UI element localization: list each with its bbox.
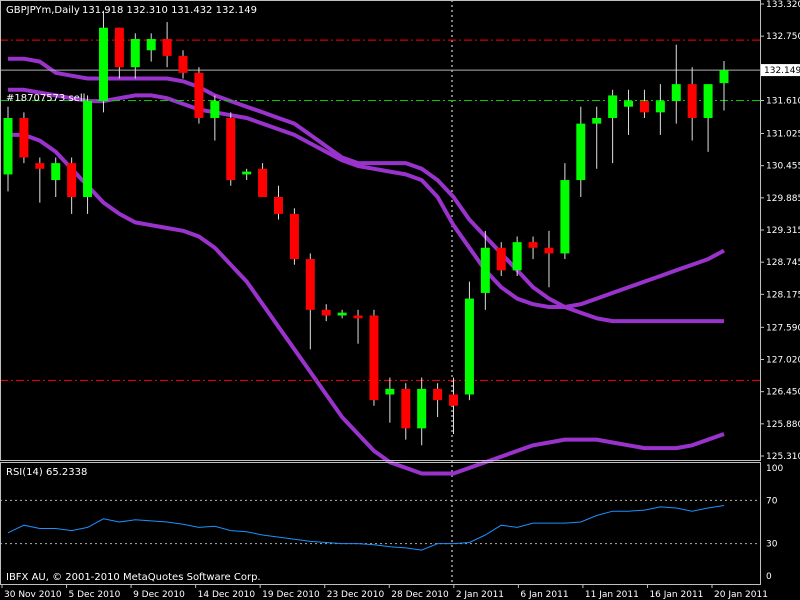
candle-bull <box>512 242 522 271</box>
candle-bear <box>178 55 188 73</box>
candle-bear <box>433 388 443 401</box>
chart-window[interactable]: 125.310 125.880 126.450 127.020 127.590 128.1… <box>0 0 800 600</box>
candle-bear <box>289 213 299 260</box>
candle-bull <box>417 388 427 429</box>
price-tick-label: 127.590 <box>766 323 800 333</box>
price-tick-label: 125.880 <box>766 420 800 430</box>
candle-bull <box>480 247 490 293</box>
candle-bull <box>560 180 570 254</box>
candle-bull <box>51 163 61 181</box>
candle-bear <box>114 27 124 68</box>
candle-bull <box>671 84 681 102</box>
price-tick-label: 128.175 <box>766 290 800 300</box>
candle-bear <box>687 84 697 118</box>
price-tick-label: 129.885 <box>766 194 800 204</box>
candle-bull <box>624 101 634 107</box>
candle-bear <box>369 315 379 401</box>
band-middle <box>8 87 725 309</box>
candle-bull <box>210 101 220 118</box>
price-tick-label: 132.750 <box>766 32 800 42</box>
candle-bear <box>449 394 459 406</box>
candle-bear <box>544 247 554 254</box>
candle-bear <box>496 247 506 271</box>
candle-bull <box>337 312 347 316</box>
price-tick-label: 131.025 <box>766 130 800 140</box>
rsi-tick-label: 30 <box>766 540 778 550</box>
candle-bear <box>19 117 29 158</box>
date-tick-label: 2 Jan 2011 <box>456 590 504 600</box>
price-tick-label: 127.020 <box>766 356 800 366</box>
date-tick-label: 5 Dec 2010 <box>69 590 121 600</box>
candle-bear <box>353 315 363 319</box>
price-tick-label: 125.310 <box>766 452 800 462</box>
candle-bull <box>98 27 108 102</box>
date-tick-label: 23 Dec 2010 <box>327 590 385 600</box>
candle-bull <box>83 101 93 197</box>
candle-bear <box>321 309 331 316</box>
price-tick-label: 131.610 <box>766 96 800 106</box>
rsi-title: RSI(14) 65.2338 <box>6 467 87 478</box>
candle-bear <box>305 259 315 310</box>
candle-bear <box>194 72 204 118</box>
price-tick-label: 126.450 <box>766 388 800 398</box>
date-tick-label: 6 Jan 2011 <box>520 590 568 600</box>
candle-bear <box>528 242 538 248</box>
date-tick-label: 16 Jan 2011 <box>649 590 703 600</box>
price-tick-label: 133.320 <box>766 0 800 10</box>
price-tick-label: 129.315 <box>766 226 800 236</box>
ohlc-readout: 131.918 132.310 131.432 132.149 <box>82 5 257 16</box>
rsi-tick-label: 0 <box>766 572 772 582</box>
candle-bear <box>67 163 77 197</box>
date-tick-label: 28 Dec 2010 <box>391 590 449 600</box>
candle-bull <box>592 117 602 124</box>
candle-bull <box>655 101 665 113</box>
date-tick-label: 19 Dec 2010 <box>262 590 320 600</box>
chart-canvas[interactable]: 125.310 125.880 126.450 127.020 127.590 128.1… <box>0 0 800 600</box>
date-tick-label: 11 Jan 2011 <box>585 590 639 600</box>
candle-bull <box>146 38 156 51</box>
candle-bull <box>608 95 618 118</box>
price-tick-label: 128.745 <box>766 258 800 268</box>
candle-bull <box>719 70 729 84</box>
candle-bear <box>273 196 283 214</box>
main-frame <box>0 0 761 461</box>
candle-bull <box>130 38 140 68</box>
candle-bull <box>242 171 252 175</box>
candle-bull <box>464 298 474 395</box>
symbol-label: GBPJPYm,Daily <box>6 5 80 16</box>
candle-bull <box>576 123 586 181</box>
candle-bull <box>703 84 713 118</box>
current-price-label: 132.149 <box>764 66 800 76</box>
candle-bear <box>162 38 172 56</box>
date-tick-label: 30 Nov 2010 <box>4 590 62 600</box>
bollinger-bands <box>8 56 725 476</box>
candle-bull <box>3 117 13 175</box>
band-lower <box>8 132 725 476</box>
candle-bear <box>258 168 268 197</box>
copyright-text: IBFX AU, © 2001-2010 MetaQuotes Software… <box>6 572 261 583</box>
candle-bear <box>35 163 45 169</box>
rsi-tick-label: 70 <box>766 496 778 506</box>
rsi-panel <box>0 499 760 551</box>
rsi-tick-label: 100 <box>766 464 783 474</box>
date-tick-label: 20 Jan 2011 <box>714 590 768 600</box>
order-label: #18707573 sell <box>6 93 85 104</box>
candle-bear <box>226 117 236 181</box>
price-tick-label: 130.455 <box>766 162 800 172</box>
rsi-frame <box>0 462 761 585</box>
candle-bear <box>401 388 411 429</box>
candle-bear <box>639 101 649 113</box>
candle-bull <box>385 388 395 395</box>
date-tick-label: 14 Dec 2010 <box>198 590 256 600</box>
date-tick-label: 9 Dec 2010 <box>133 590 185 600</box>
